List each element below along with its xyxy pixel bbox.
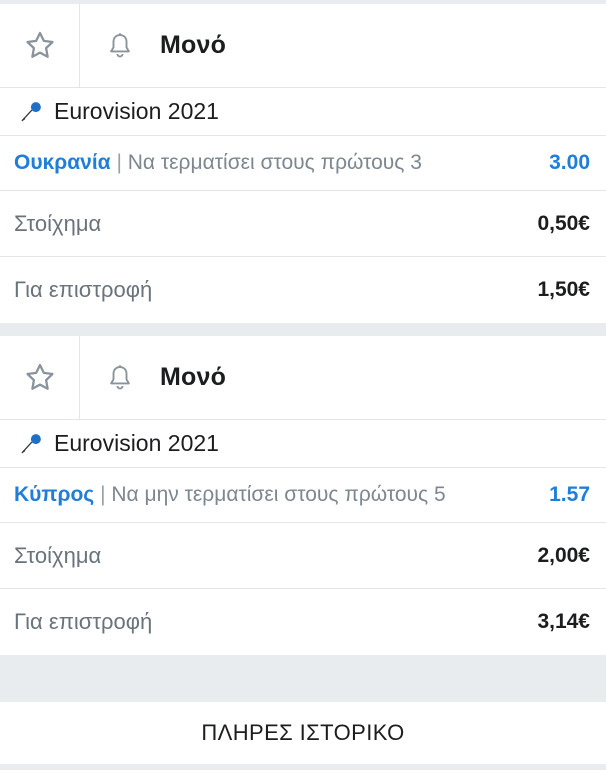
bet-card: Μονό Eurovision 2021 Κύπρος | Να μην τερ… xyxy=(0,335,606,655)
return-row: Για επιστροφή 1,50€ xyxy=(0,257,606,323)
bell-outline-icon xyxy=(110,32,130,57)
selection-team: Κύπρος xyxy=(14,483,95,506)
notification-button[interactable] xyxy=(80,336,160,420)
bell-outline-icon xyxy=(110,364,130,389)
notification-button[interactable] xyxy=(80,4,160,88)
event-row: Eurovision 2021 xyxy=(0,88,606,136)
return-value: 1,50€ xyxy=(537,278,590,301)
stake-row: Στοίχημα 2,00€ xyxy=(0,523,606,589)
selection-description: Κύπρος | Να μην τερματίσει στους πρώτους… xyxy=(14,479,514,511)
microphone-icon xyxy=(21,433,41,453)
full-history-button[interactable]: ΠΛΗΡΕΣ ΙΣΤΟΡΙΚΟ xyxy=(0,702,606,764)
bet-type-label: Μονό xyxy=(160,363,227,391)
selection-row: Κύπρος | Να μην τερματίσει στους πρώτους… xyxy=(0,468,606,523)
favorite-button[interactable] xyxy=(0,335,80,420)
stake-label: Στοίχημα xyxy=(14,542,102,568)
microphone-icon xyxy=(21,101,41,121)
bet-card-header: Μονό xyxy=(0,335,606,420)
bet-type-label: Μονό xyxy=(160,31,227,59)
selection-row: Ουκρανία | Να τερματίσει στους πρώτους 3… xyxy=(0,136,606,191)
favorite-button[interactable] xyxy=(0,3,80,88)
stake-value: 0,50€ xyxy=(537,211,590,235)
bet-card-header: Μονό xyxy=(0,3,606,88)
star-outline-icon xyxy=(25,363,54,390)
bet-card: Μονό Eurovision 2021 Ουκρανία | Να τερμα… xyxy=(0,3,606,323)
selection-separator: | xyxy=(116,151,122,174)
event-row: Eurovision 2021 xyxy=(0,420,606,468)
selection-market: Να τερματίσει στους πρώτους 3 xyxy=(127,151,422,174)
event-name: Eurovision 2021 xyxy=(54,98,219,124)
selection-market: Να μην τερματίσει στους πρώτους 5 xyxy=(111,483,446,506)
stake-value: 2,00€ xyxy=(537,543,590,567)
return-label: Για επιστροφή xyxy=(14,277,153,302)
star-outline-icon xyxy=(25,31,54,58)
selection-separator: | xyxy=(100,483,106,506)
return-value: 3,14€ xyxy=(537,610,590,633)
odds-value: 1.57 xyxy=(549,483,590,506)
return-label: Για επιστροφή xyxy=(14,609,153,634)
stake-row: Στοίχημα 0,50€ xyxy=(0,191,606,257)
bet-history-page: Μονό Eurovision 2021 Ουκρανία | Να τερμα… xyxy=(0,0,606,770)
selection-team: Ουκρανία xyxy=(14,151,111,174)
stake-label: Στοίχημα xyxy=(14,210,102,236)
selection-description: Ουκρανία | Να τερματίσει στους πρώτους 3 xyxy=(14,147,514,179)
odds-value: 3.00 xyxy=(549,151,590,174)
return-row: Για επιστροφή 3,14€ xyxy=(0,589,606,655)
event-name: Eurovision 2021 xyxy=(54,430,219,456)
